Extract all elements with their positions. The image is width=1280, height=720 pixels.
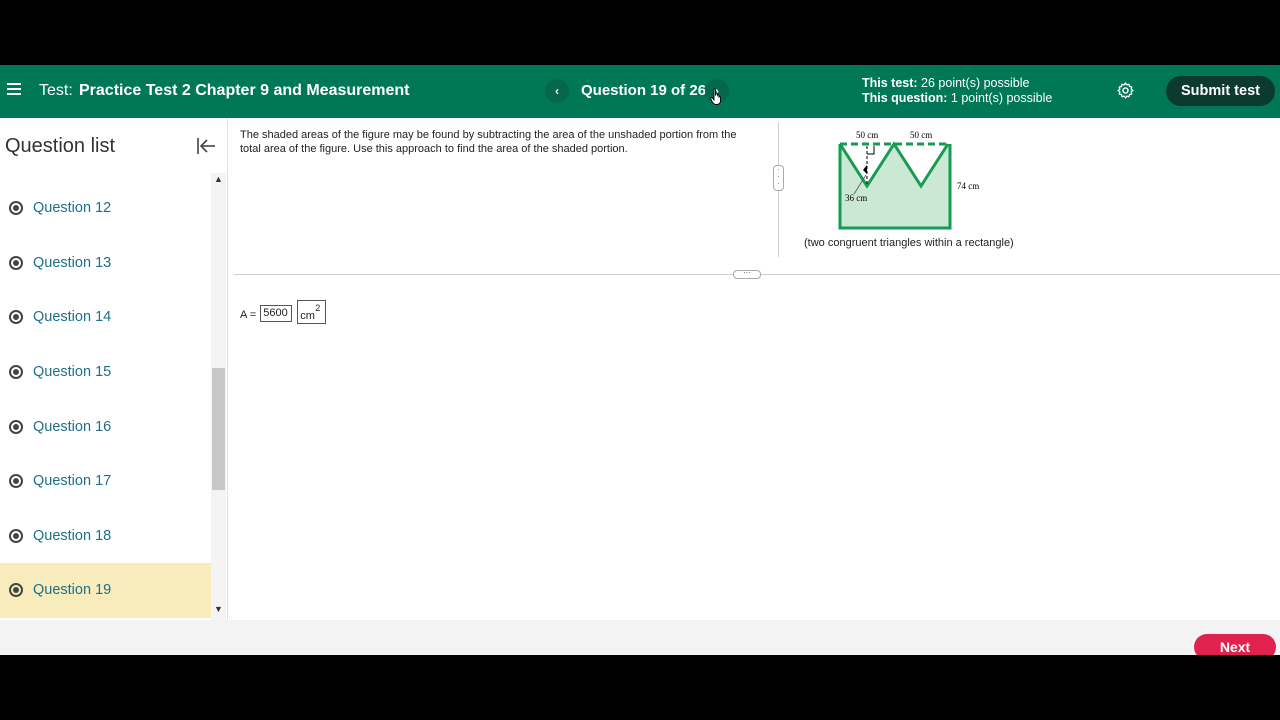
this-test-label: This test: bbox=[862, 76, 918, 90]
chevron-left-icon: ‹ bbox=[555, 84, 559, 98]
answered-status-icon bbox=[9, 201, 23, 216]
question-prompt: The shaded areas of the figure may be fo… bbox=[240, 129, 737, 155]
this-test-value: 26 point(s) possible bbox=[921, 76, 1030, 90]
question-list-item-label: Question 19 bbox=[33, 582, 112, 599]
question-list-item-label: Question 17 bbox=[33, 473, 112, 490]
submit-test-button[interactable]: Submit test bbox=[1166, 76, 1275, 106]
scroll-down-icon[interactable]: ▼ bbox=[211, 604, 226, 618]
menu-icon[interactable] bbox=[7, 83, 21, 95]
gear-icon[interactable] bbox=[1116, 81, 1135, 100]
previous-question-button[interactable]: ‹ bbox=[545, 79, 569, 103]
question-list-title: Question list bbox=[5, 135, 116, 157]
question-indicator[interactable]: Question 19 of 26 bbox=[581, 82, 706, 99]
question-list-item[interactable]: Question 17 bbox=[0, 454, 211, 509]
scroll-up-icon[interactable]: ▲ bbox=[211, 174, 226, 188]
question-list-item-label: Question 18 bbox=[33, 527, 112, 544]
next-button[interactable]: Next bbox=[1194, 634, 1276, 655]
question-list-item[interactable]: Question 14 bbox=[0, 290, 211, 345]
question-list-item[interactable]: Question 15 bbox=[0, 345, 211, 400]
question-content: The shaded areas of the figure may be fo… bbox=[228, 118, 1280, 620]
question-list-item[interactable]: Question 12 bbox=[0, 181, 211, 236]
answered-status-icon bbox=[9, 310, 23, 325]
answer-row: A = 5600 cm 2 bbox=[240, 300, 327, 324]
question-list-item[interactable]: Question 16 bbox=[0, 399, 211, 454]
figure-caption: (two congruent triangles within a rectan… bbox=[804, 237, 1014, 249]
unit-exponent: 2 bbox=[315, 303, 321, 313]
top-bar: Test: Practice Test 2 Chapter 9 and Meas… bbox=[0, 65, 1280, 118]
app-window: Test: Practice Test 2 Chapter 9 and Meas… bbox=[0, 65, 1280, 655]
top-right-dimension: 50 cm bbox=[910, 130, 932, 140]
question-list-item[interactable]: Question 13 bbox=[0, 236, 211, 291]
points-info: This test: 26 point(s) possible This que… bbox=[862, 76, 1052, 106]
this-question-label: This question: bbox=[862, 91, 948, 105]
hand-cursor-icon bbox=[710, 88, 721, 105]
vertical-resize-handle[interactable]: · · · bbox=[773, 165, 784, 191]
horizontal-resize-handle[interactable]: ··· bbox=[733, 269, 761, 279]
answered-status-icon bbox=[9, 255, 23, 270]
question-list-item-label: Question 13 bbox=[33, 254, 112, 271]
test-title: Practice Test 2 Chapter 9 and Measuremen… bbox=[79, 82, 410, 99]
question-list-item-label: Question 14 bbox=[33, 309, 112, 326]
question-list: Question 12 Question 13 Question 14 Questio… bbox=[0, 181, 211, 618]
right-dimension: 74 cm bbox=[957, 181, 979, 191]
answer-prefix: A = bbox=[240, 309, 257, 321]
answered-status-icon bbox=[9, 474, 23, 489]
unit-text: cm bbox=[300, 310, 315, 322]
geometry-figure: 50 cm 50 cm 74 cm 36 cm bbox=[838, 130, 979, 230]
question-list-item-label: Question 15 bbox=[33, 364, 112, 381]
height-dimension: 36 cm bbox=[845, 193, 867, 203]
question-list-item[interactable]: Question 18 bbox=[0, 509, 211, 564]
this-question-value: 1 point(s) possible bbox=[950, 91, 1053, 105]
top-left-dimension: 50 cm bbox=[856, 130, 878, 140]
answered-status-icon bbox=[9, 419, 23, 434]
area-answer-input[interactable]: 5600 bbox=[260, 305, 293, 322]
footer-bar: Next bbox=[0, 620, 1280, 655]
collapse-panel-icon[interactable] bbox=[196, 137, 216, 155]
test-label: Test: bbox=[39, 82, 73, 99]
answered-status-icon bbox=[9, 365, 23, 380]
answered-status-icon bbox=[9, 528, 23, 543]
question-list-item-label: Question 12 bbox=[33, 200, 112, 217]
question-list-item-label: Question 16 bbox=[33, 418, 112, 435]
question-list-panel: Question list Question 12 Question 13 Ques… bbox=[0, 118, 228, 620]
unit-answer-box[interactable]: cm 2 bbox=[297, 300, 327, 324]
question-list-item[interactable]: Question 19 bbox=[0, 563, 211, 618]
answered-status-icon bbox=[9, 583, 23, 598]
scrollbar-thumb[interactable] bbox=[212, 368, 225, 490]
